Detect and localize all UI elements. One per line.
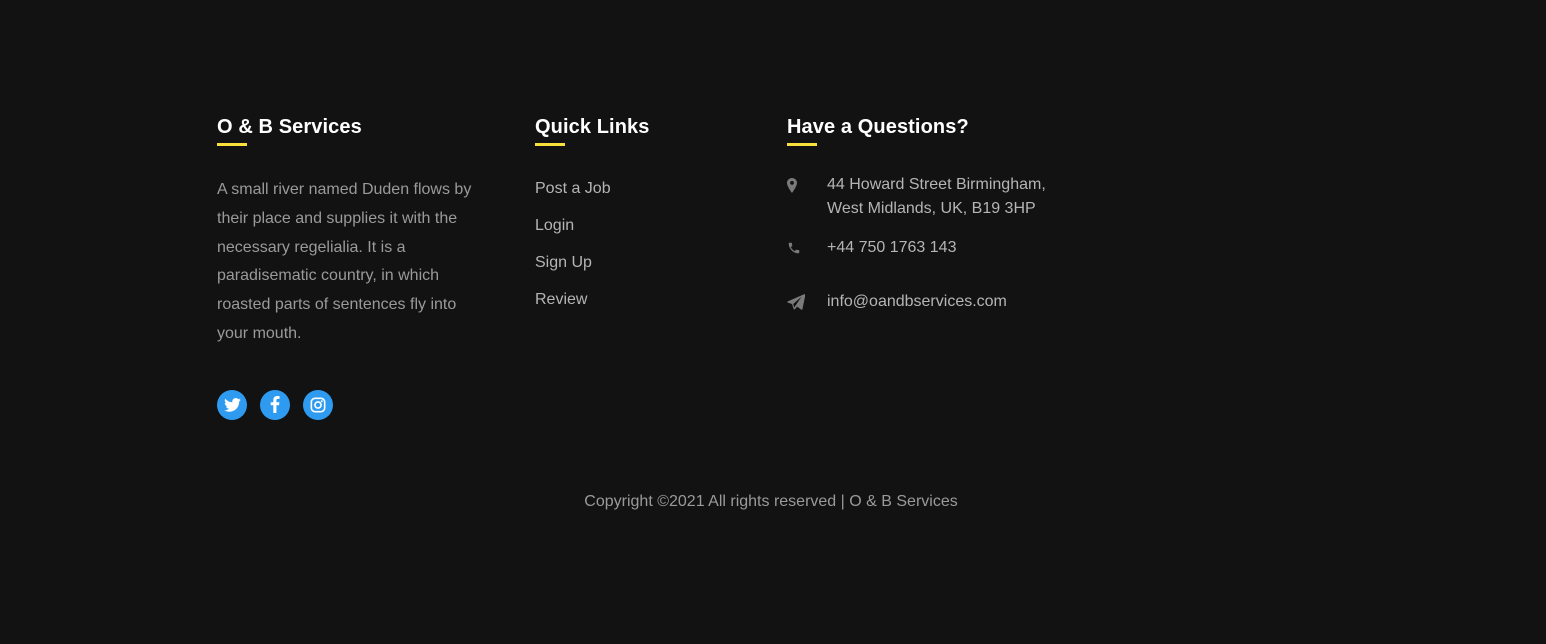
twitter-icon [223, 397, 241, 412]
facebook-icon [270, 396, 280, 414]
contact-list: 44 Howard Street Birmingham, West Midlan… [787, 173, 1087, 314]
site-footer: O & B Services A small river named Duden… [0, 0, 1546, 644]
facebook-button[interactable] [260, 389, 290, 420]
contact-address: 44 Howard Street Birmingham, West Midlan… [787, 173, 1087, 221]
link-post-a-job[interactable]: Post a Job [535, 179, 735, 199]
contact-email[interactable]: info@oandbservices.com [787, 290, 1087, 314]
map-marker-icon [787, 173, 827, 197]
quick-links-heading-underline [535, 143, 565, 146]
about-heading: O & B Services [217, 116, 362, 138]
contact-heading-underline [787, 143, 817, 146]
contact-phone[interactable]: +44 750 1763 143 [787, 236, 1087, 260]
social-links [217, 389, 487, 420]
about-description: A small river named Duden flows by their… [217, 181, 472, 342]
footer-about-column: O & B Services A small river named Duden… [217, 114, 487, 420]
footer-contact-column: Have a Questions? 44 Howard Street Birmi… [787, 114, 1087, 314]
quick-links-list: Post a Job Login Sign Up Review [535, 179, 735, 310]
link-sign-up[interactable]: Sign Up [535, 253, 735, 273]
copyright-text: Copyright ©2021 All rights reserved | O … [584, 493, 958, 510]
phone-icon [787, 236, 827, 260]
link-review[interactable]: Review [535, 290, 735, 310]
instagram-icon [310, 397, 326, 413]
contact-heading: Have a Questions? [787, 116, 969, 138]
instagram-button[interactable] [303, 389, 333, 420]
about-heading-underline [217, 143, 247, 146]
twitter-button[interactable] [217, 389, 247, 420]
phone-text: +44 750 1763 143 [827, 239, 957, 256]
footer-quick-links-column: Quick Links Post a Job Login Sign Up Rev… [535, 114, 735, 327]
email-text: info@oandbservices.com [827, 293, 1007, 310]
link-login[interactable]: Login [535, 216, 735, 236]
address-text: 44 Howard Street Birmingham, West Midlan… [827, 176, 1046, 217]
quick-links-heading: Quick Links [535, 116, 650, 138]
paper-plane-icon [787, 290, 827, 314]
